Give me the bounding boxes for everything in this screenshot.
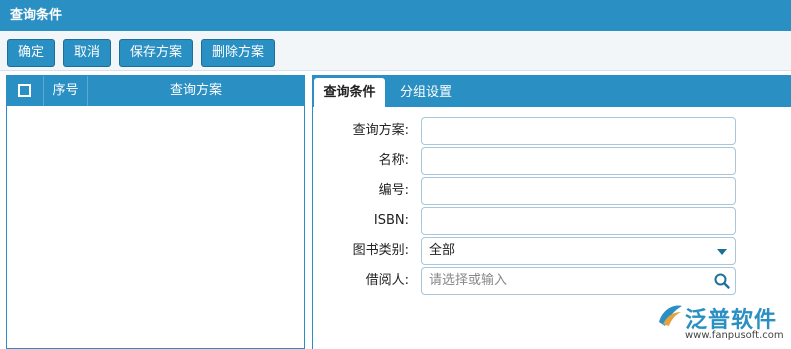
cancel-button[interactable]: 取消 bbox=[63, 39, 111, 67]
select-all-checkbox[interactable] bbox=[18, 84, 31, 97]
grid-header: 序号 查询方案 bbox=[7, 76, 304, 106]
brand-url: www.fanpusoft.com bbox=[685, 330, 784, 341]
form-row-name: 名称: bbox=[313, 147, 791, 175]
number-label: 编号: bbox=[378, 183, 409, 198]
number-input[interactable] bbox=[429, 178, 709, 203]
scheme-label: 查询方案: bbox=[352, 123, 409, 138]
tab-bar: 查询条件 分组设置 bbox=[313, 75, 791, 107]
form-row-number: 编号: bbox=[313, 177, 791, 205]
form-row-scheme: 查询方案: bbox=[313, 117, 791, 145]
chevron-down-icon[interactable] bbox=[717, 249, 727, 255]
form-row-category: 图书类别: 全部 bbox=[313, 237, 791, 265]
name-field[interactable] bbox=[421, 147, 736, 175]
tab-group-settings[interactable]: 分组设置 bbox=[389, 78, 463, 107]
borrower-input[interactable] bbox=[429, 268, 709, 293]
scheme-grid: 序号 查询方案 bbox=[6, 75, 305, 349]
isbn-field[interactable] bbox=[421, 207, 736, 235]
column-header-number[interactable]: 序号 bbox=[44, 76, 88, 106]
column-header-scheme[interactable]: 查询方案 bbox=[88, 76, 304, 106]
scheme-field[interactable] bbox=[421, 117, 736, 145]
borrower-label: 借阅人: bbox=[365, 273, 409, 288]
category-label: 图书类别: bbox=[352, 243, 409, 258]
confirm-button[interactable]: 确定 bbox=[7, 39, 55, 67]
borrower-field[interactable] bbox=[421, 267, 736, 295]
form-row-isbn: ISBN: bbox=[313, 207, 791, 235]
delete-scheme-button[interactable]: 删除方案 bbox=[201, 39, 275, 67]
toolbar: 确定 取消 保存方案 删除方案 bbox=[0, 31, 791, 71]
isbn-input[interactable] bbox=[429, 208, 709, 233]
search-icon[interactable] bbox=[713, 272, 731, 290]
category-select[interactable]: 全部 bbox=[421, 237, 736, 265]
save-scheme-button[interactable]: 保存方案 bbox=[119, 39, 193, 67]
number-field[interactable] bbox=[421, 177, 736, 205]
window-title: 查询条件 bbox=[0, 0, 791, 31]
tab-query-conditions[interactable]: 查询条件 bbox=[314, 78, 385, 107]
category-selected-value: 全部 bbox=[429, 243, 456, 258]
form-row-borrower: 借阅人: bbox=[313, 267, 791, 295]
name-label: 名称: bbox=[378, 153, 409, 168]
isbn-label: ISBN: bbox=[373, 213, 409, 228]
select-all-column bbox=[7, 76, 44, 106]
name-input[interactable] bbox=[429, 148, 709, 173]
brand-logo: 泛普软件 www.fanpusoft.com bbox=[655, 298, 789, 346]
scheme-input[interactable] bbox=[429, 118, 709, 143]
brand-logo-icon bbox=[659, 305, 682, 326]
